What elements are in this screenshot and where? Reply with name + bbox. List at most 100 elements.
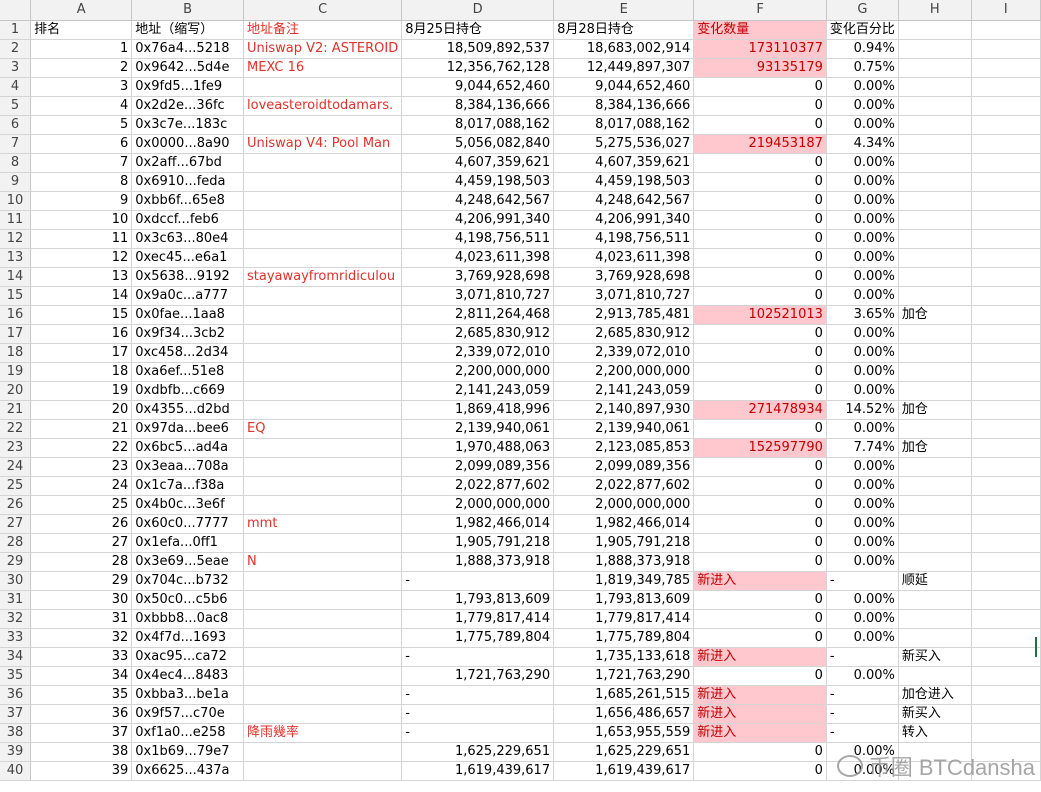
cell-aug25[interactable]: 1,970,488,063: [401, 438, 555, 458]
cell-rank[interactable]: 28: [30, 552, 133, 572]
cell-change[interactable]: 0: [693, 514, 827, 534]
cell-change[interactable]: 219453187: [693, 134, 827, 154]
cell-change-pct[interactable]: 0.94%: [826, 39, 899, 59]
row-header[interactable]: 26: [0, 495, 32, 515]
col-header-c[interactable]: C: [243, 0, 403, 21]
cell-h[interactable]: [898, 134, 972, 154]
cell-rank[interactable]: 3: [30, 77, 133, 97]
cell-change[interactable]: 0: [693, 229, 827, 249]
cell-h[interactable]: [898, 362, 972, 382]
cell-rank[interactable]: 30: [30, 590, 133, 610]
row-header[interactable]: 31: [0, 590, 32, 610]
cell-change-pct[interactable]: 0.00%: [826, 210, 899, 230]
cell-i[interactable]: [971, 647, 1041, 667]
cell-aug25[interactable]: 4,248,642,567: [401, 191, 555, 211]
cell-h[interactable]: [898, 286, 972, 306]
cell-change-pct[interactable]: 0.75%: [826, 58, 899, 78]
cell-change-pct[interactable]: 3.65%: [826, 305, 899, 325]
cell-aug25[interactable]: 8,384,136,666: [401, 96, 555, 116]
row-header[interactable]: 7: [0, 134, 32, 154]
cell-change[interactable]: 新进入: [693, 723, 827, 743]
cell-aug25[interactable]: 4,459,198,503: [401, 172, 555, 192]
cell-change-pct[interactable]: 0.00%: [826, 343, 899, 363]
cell-change[interactable]: 152597790: [693, 438, 827, 458]
cell-change-pct[interactable]: 0.00%: [826, 362, 899, 382]
cell-h[interactable]: [898, 514, 972, 534]
cell-rank[interactable]: 33: [30, 647, 133, 667]
cell-aug25[interactable]: 1,982,466,014: [401, 514, 555, 534]
row-header[interactable]: 4: [0, 77, 32, 97]
cell-note[interactable]: [243, 571, 403, 591]
cell-aug28[interactable]: 2,099,089,356: [553, 457, 695, 477]
cell-address[interactable]: 0xc458...2d34: [131, 343, 244, 363]
cell-address[interactable]: 0x0000...8a90: [131, 134, 244, 154]
cell-rank[interactable]: 1: [30, 39, 133, 59]
cell-rank[interactable]: 37: [30, 723, 133, 743]
cell-rank[interactable]: 16: [30, 324, 133, 344]
cell-address[interactable]: 0x9f34...3cb2: [131, 324, 244, 344]
cell-aug25[interactable]: 9,044,652,460: [401, 77, 555, 97]
cell-aug28[interactable]: 2,339,072,010: [553, 343, 695, 363]
row-header[interactable]: 40: [0, 761, 32, 781]
cell-i[interactable]: [971, 153, 1041, 173]
cell-change[interactable]: 新进入: [693, 571, 827, 591]
cell-note[interactable]: [243, 191, 403, 211]
cell-aug25[interactable]: 4,607,359,621: [401, 153, 555, 173]
cell-aug25[interactable]: -: [401, 685, 555, 705]
cell-address[interactable]: 0x9a0c...a777: [131, 286, 244, 306]
cell-h[interactable]: [898, 419, 972, 439]
cell-note[interactable]: [243, 305, 403, 325]
cell-aug28[interactable]: 4,198,756,511: [553, 229, 695, 249]
row-header[interactable]: 23: [0, 438, 32, 458]
cell-note[interactable]: Uniswap V2: ASTEROID: [243, 39, 403, 59]
cell-h[interactable]: [898, 324, 972, 344]
cell-aug25[interactable]: 1,869,418,996: [401, 400, 555, 420]
cell-aug28[interactable]: 2,141,243,059: [553, 381, 695, 401]
cell-aug25[interactable]: 18,509,892,537: [401, 39, 555, 59]
cell-rank[interactable]: 17: [30, 343, 133, 363]
cell-i[interactable]: [971, 248, 1041, 268]
cell-note[interactable]: [243, 77, 403, 97]
cell-i[interactable]: [971, 419, 1041, 439]
cell-note[interactable]: Uniswap V4: Pool Man: [243, 134, 403, 154]
col-header-g[interactable]: G: [826, 0, 899, 21]
cell-h[interactable]: 新买入: [898, 647, 972, 667]
cell-change-pct[interactable]: 0.00%: [826, 96, 899, 116]
row-header[interactable]: 15: [0, 286, 32, 306]
cell-aug28[interactable]: 1,656,486,657: [553, 704, 695, 724]
cell-h[interactable]: 加仓: [898, 400, 972, 420]
cell-i[interactable]: [971, 514, 1041, 534]
cell-change[interactable]: 173110377: [693, 39, 827, 59]
cell-aug28[interactable]: 2,685,830,912: [553, 324, 695, 344]
cell-h[interactable]: [898, 267, 972, 287]
cell-rank[interactable]: 13: [30, 267, 133, 287]
cell-note[interactable]: [243, 343, 403, 363]
cell-h[interactable]: [898, 381, 972, 401]
cell-change[interactable]: 0: [693, 210, 827, 230]
cell-note[interactable]: [243, 704, 403, 724]
cell-change[interactable]: 0: [693, 115, 827, 135]
cell-aug28[interactable]: 8,017,088,162: [553, 115, 695, 135]
cell-change-pct[interactable]: 0.00%: [826, 229, 899, 249]
cell-change[interactable]: 0: [693, 362, 827, 382]
cell-aug28[interactable]: 1,905,791,218: [553, 533, 695, 553]
cell-rank[interactable]: 34: [30, 666, 133, 686]
cell-note[interactable]: [243, 457, 403, 477]
row-header[interactable]: 36: [0, 685, 32, 705]
cell-aug28[interactable]: 1,982,466,014: [553, 514, 695, 534]
row-header[interactable]: 27: [0, 514, 32, 534]
cell-change[interactable]: 102521013: [693, 305, 827, 325]
cell-address[interactable]: 0xa6ef...51e8: [131, 362, 244, 382]
row-header[interactable]: 16: [0, 305, 32, 325]
cell-change[interactable]: 0: [693, 533, 827, 553]
cell-change[interactable]: 0: [693, 419, 827, 439]
cell-note[interactable]: [243, 647, 403, 667]
cell-i[interactable]: [971, 704, 1041, 724]
cell-change-pct[interactable]: -: [826, 647, 899, 667]
cell-aug25[interactable]: 3,769,928,698: [401, 267, 555, 287]
cell-i[interactable]: [971, 39, 1041, 59]
cell-i[interactable]: [971, 666, 1041, 686]
cell-aug25[interactable]: -: [401, 704, 555, 724]
cell-aug25[interactable]: 4,023,611,398: [401, 248, 555, 268]
row-header[interactable]: 33: [0, 628, 32, 648]
